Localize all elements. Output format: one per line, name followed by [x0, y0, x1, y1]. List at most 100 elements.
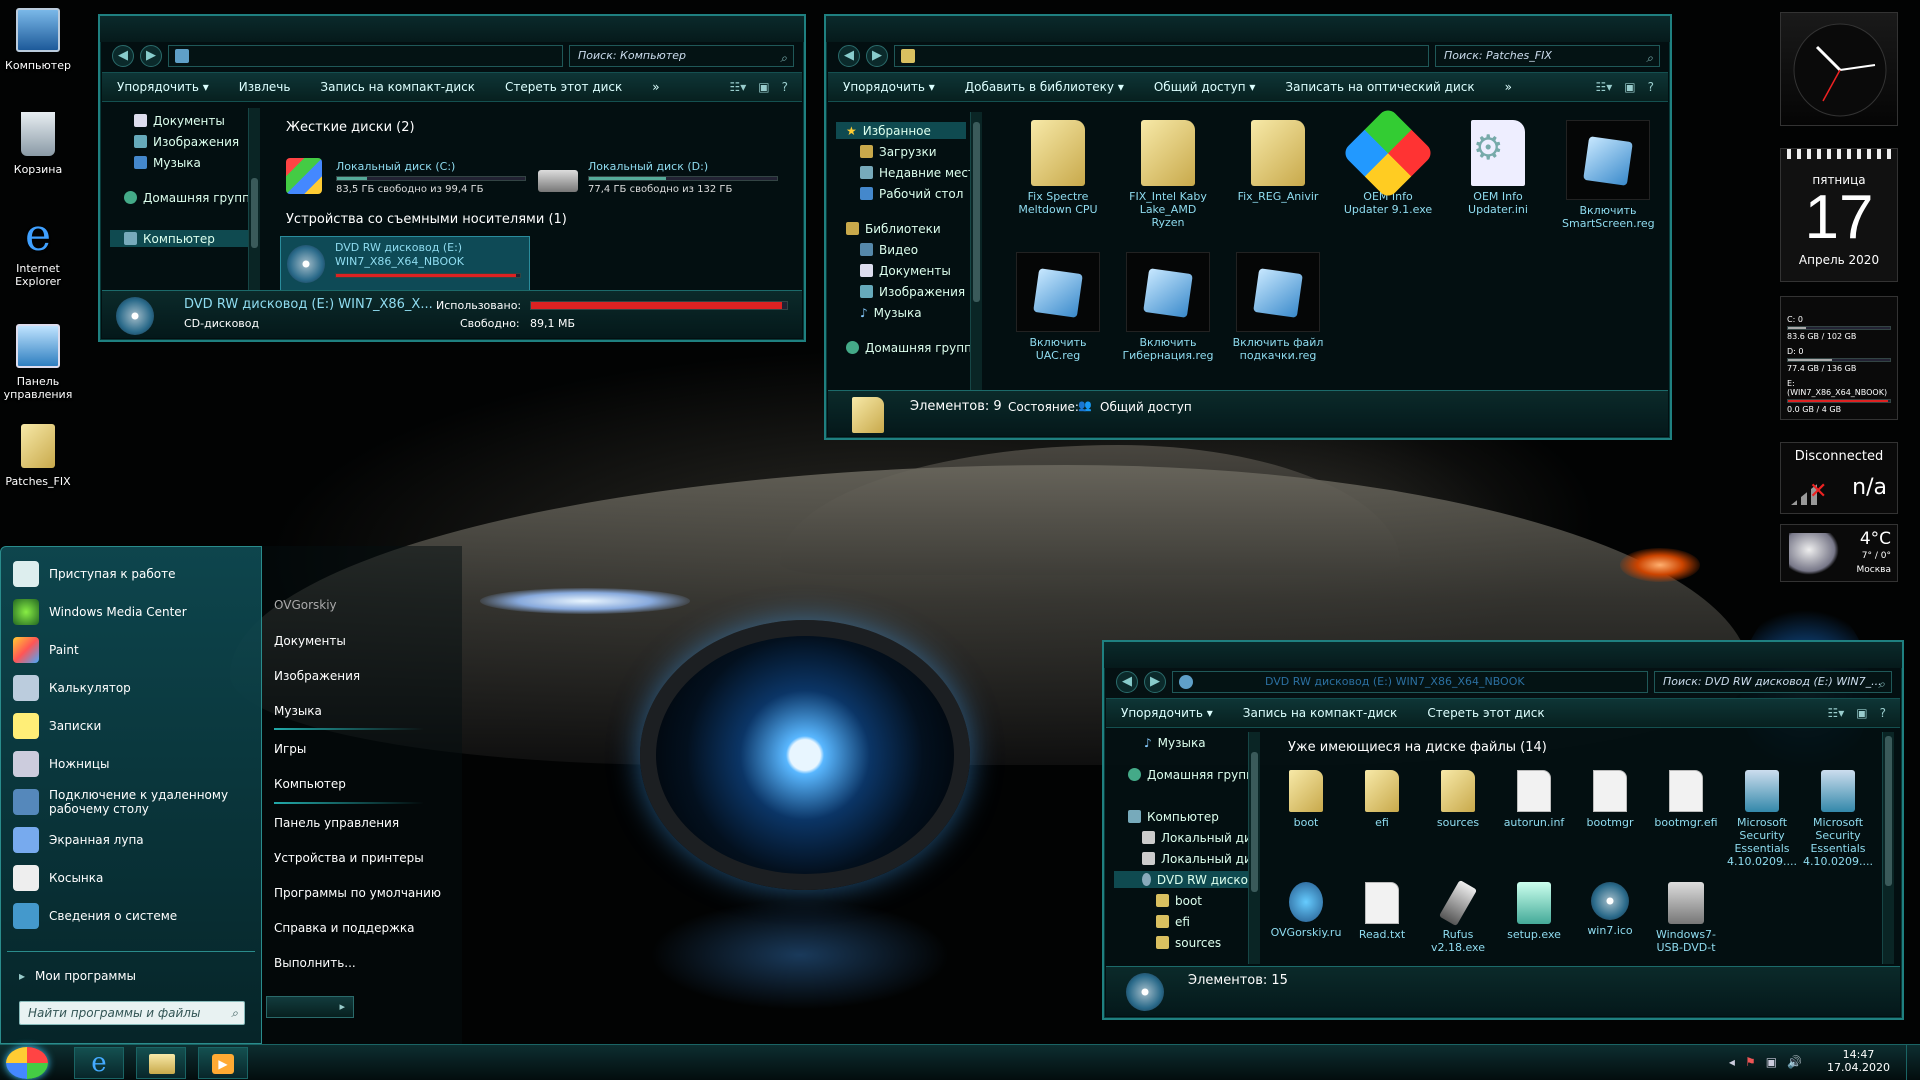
explorer-window-dvd-drive[interactable]: ◀ ▶ DVD RW дисковод (E:) WIN7_X86_X64_NB…	[1102, 640, 1904, 1020]
burn-button[interactable]: Записать на оптический диск	[1270, 80, 1489, 94]
search-input[interactable]: Поиск: Компьютер ⌕	[569, 45, 794, 67]
tray-arrow-icon[interactable]: ◂	[1729, 1055, 1735, 1069]
address-bar[interactable]: DVD RW дисковод (E:) WIN7_X86_X64_NBOOK	[1172, 671, 1648, 693]
nav-item-computer[interactable]: Компьютер	[1114, 808, 1258, 825]
start-link-computer[interactable]: Компьютер	[274, 777, 346, 791]
nav-item-music[interactable]: ♪ Музыка	[1114, 734, 1258, 751]
nav-scrollbar[interactable]	[970, 112, 982, 390]
drive-c-tile[interactable]: Локальный диск (C:) 83,5 ГБ свободно из …	[336, 160, 526, 195]
file-item[interactable]: autorun.inf	[1496, 770, 1572, 829]
nav-scrollbar[interactable]	[248, 108, 260, 294]
search-input[interactable]: Поиск: DVD RW дисковод (E:) WIN7_... ⌕	[1654, 671, 1892, 693]
view-options-icon[interactable]: ☷▾	[1596, 80, 1613, 94]
start-link-documents[interactable]: Документы	[274, 634, 346, 648]
eject-button[interactable]: Извлечь	[224, 80, 306, 94]
taskbar-clock[interactable]: 14:47 17.04.2020	[1827, 1048, 1890, 1074]
nav-item-recent[interactable]: Недавние мест	[836, 164, 975, 181]
shutdown-options-button[interactable]: ▸	[266, 996, 354, 1018]
start-link-games[interactable]: Игры	[274, 742, 306, 756]
forward-button[interactable]: ▶	[866, 45, 888, 67]
start-item-remote-desktop[interactable]: Подключение к удаленному рабочему столу	[13, 787, 233, 817]
taskbar-media-player-button[interactable]: ▶	[198, 1047, 248, 1079]
start-search-input[interactable]: Найти программы и файлы ⌕	[19, 1001, 245, 1025]
clock-gadget[interactable]	[1780, 12, 1898, 126]
file-item[interactable]: Включить UAC.reg	[1012, 252, 1104, 362]
start-button[interactable]	[6, 1047, 48, 1079]
nav-item-efi[interactable]: efi	[1114, 913, 1258, 930]
erase-disc-button[interactable]: Стереть этот диск	[1412, 706, 1559, 720]
search-input[interactable]: Поиск: Patches_FIX ⌕	[1435, 45, 1660, 67]
back-button[interactable]: ◀	[112, 45, 134, 67]
forward-button[interactable]: ▶	[1144, 671, 1166, 693]
nav-item-homegroup[interactable]: Домашняя групп	[1114, 766, 1258, 783]
file-item[interactable]: Включить SmartScreen.reg	[1562, 120, 1655, 230]
title-bar[interactable]	[100, 16, 804, 42]
content-scrollbar[interactable]	[1882, 732, 1894, 964]
desktop[interactable]: { "desktop_icons":[{"label":"Компьютер"}…	[0, 0, 1920, 1080]
desktop-icon-ie[interactable]: e Internet Explorer	[0, 214, 76, 289]
file-item[interactable]: win7.ico	[1572, 882, 1648, 937]
file-item[interactable]: Fix_REG_Anivir	[1232, 120, 1324, 203]
file-item[interactable]: Microsoft Security Essentials 4.10.0209.…	[1724, 770, 1800, 868]
start-item-snipping-tool[interactable]: Ножницы	[13, 749, 109, 779]
preview-pane-icon[interactable]: ▣	[1856, 706, 1867, 720]
file-item[interactable]: bootmgr.efi	[1648, 770, 1724, 829]
file-item[interactable]: Fix Spectre Meltdown CPU	[1012, 120, 1104, 216]
nav-item-dvd-drive[interactable]: DVD RW диско	[1114, 871, 1248, 888]
show-desktop-button[interactable]	[1906, 1045, 1920, 1080]
start-link-music[interactable]: Музыка	[274, 704, 322, 718]
file-item[interactable]: boot	[1268, 770, 1344, 829]
taskbar-explorer-button[interactable]	[136, 1047, 186, 1079]
nav-item-libraries[interactable]: Библиотеки	[836, 220, 975, 237]
file-item[interactable]: OVGorskiy.ru	[1268, 882, 1344, 939]
file-item[interactable]: setup.exe	[1496, 882, 1572, 941]
all-programs-button[interactable]: ▸ Мои программы	[19, 961, 136, 991]
nav-item-documents[interactable]: Документы	[836, 262, 975, 279]
nav-item-drive-c[interactable]: Локальный дис	[1114, 829, 1258, 846]
start-link-user[interactable]: OVGorskiy	[274, 598, 337, 612]
preview-pane-icon[interactable]: ▣	[758, 80, 769, 94]
drive-meter-gadget[interactable]: C: 0 83.6 GB / 102 GB D: 0 77.4 GB / 136…	[1780, 296, 1898, 420]
nav-scrollbar[interactable]	[1248, 732, 1260, 964]
nav-item-music[interactable]: ♪ Музыка	[836, 304, 975, 321]
start-link-control-panel[interactable]: Панель управления	[274, 816, 399, 830]
organize-button[interactable]: Упорядочить ▾	[828, 80, 950, 94]
calendar-gadget[interactable]: пятница 17 Апрель 2020	[1780, 148, 1898, 282]
more-commands-button[interactable]: »	[637, 80, 674, 94]
file-item[interactable]: Microsoft Security Essentials 4.10.0209.…	[1800, 770, 1876, 868]
more-commands-button[interactable]: »	[1490, 80, 1527, 94]
nav-item-computer[interactable]: Компьютер	[110, 230, 250, 247]
nav-item-sources[interactable]: sources	[1114, 934, 1258, 951]
desktop-icon-control-panel[interactable]: Панель управления	[0, 324, 76, 401]
erase-disc-button[interactable]: Стереть этот диск	[490, 80, 637, 94]
help-icon[interactable]: ?	[1880, 706, 1886, 720]
burn-button[interactable]: Запись на компакт-диск	[305, 80, 490, 94]
burn-button[interactable]: Запись на компакт-диск	[1228, 706, 1413, 720]
file-item[interactable]: OEM Info Updater 9.1.exe	[1341, 106, 1435, 216]
start-item-sticky-notes[interactable]: Записки	[13, 711, 101, 741]
file-item[interactable]: efi	[1344, 770, 1420, 829]
start-item-system-info[interactable]: Сведения о системе	[13, 901, 177, 931]
back-button[interactable]: ◀	[1116, 671, 1138, 693]
start-item-calculator[interactable]: Калькулятор	[13, 673, 131, 703]
organize-button[interactable]: Упорядочить ▾	[1106, 706, 1228, 720]
forward-button[interactable]: ▶	[140, 45, 162, 67]
nav-item-pictures[interactable]: Изображения	[836, 283, 975, 300]
organize-button[interactable]: Упорядочить ▾	[102, 80, 224, 94]
back-button[interactable]: ◀	[838, 45, 860, 67]
address-bar[interactable]	[894, 45, 1429, 67]
nav-item-drive-d[interactable]: Локальный дис	[1114, 850, 1258, 867]
nav-item-music[interactable]: Музыка	[110, 154, 250, 171]
file-item[interactable]: Read.txt	[1344, 882, 1420, 941]
nav-item-documents[interactable]: Документы	[110, 112, 250, 129]
nav-item-video[interactable]: Видео	[836, 241, 975, 258]
view-options-icon[interactable]: ☷▾	[1828, 706, 1845, 720]
file-item[interactable]: sources	[1420, 770, 1496, 829]
weather-gadget[interactable]: 4°C 7° / 0° Москва	[1780, 524, 1898, 582]
file-item[interactable]: Rufus v2.18.exe	[1420, 879, 1496, 954]
start-link-help[interactable]: Справка и поддержка	[274, 921, 415, 935]
network-tray-icon[interactable]: ▣	[1766, 1055, 1777, 1069]
start-item-getting-started[interactable]: Приступая к работе	[13, 559, 176, 589]
drive-d-tile[interactable]: Локальный диск (D:) 77,4 ГБ свободно из …	[588, 160, 778, 195]
file-item[interactable]: FIX_Intel Kaby Lake_AMD Ryzen	[1122, 120, 1214, 229]
